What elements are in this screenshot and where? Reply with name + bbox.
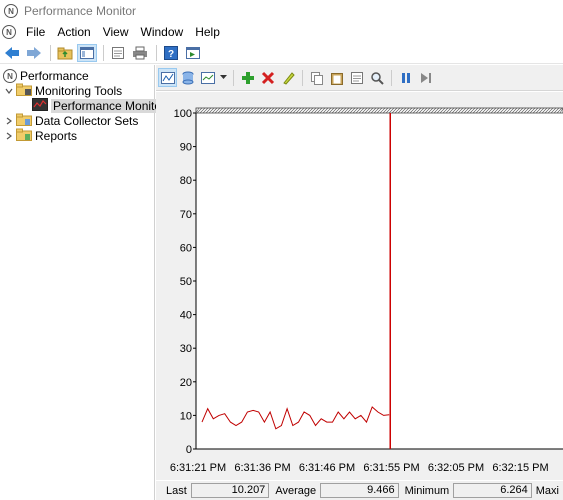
back-arrow-icon[interactable] <box>2 44 22 62</box>
paste-counter-list-icon[interactable] <box>327 68 346 87</box>
tree-item-label: Performance Monitor <box>51 99 168 113</box>
up-folder-icon[interactable] <box>55 44 75 62</box>
y-tick-label: 80 <box>180 175 192 187</box>
menu-window[interactable]: Window <box>135 22 190 42</box>
y-tick-label: 90 <box>180 142 192 154</box>
tree-item-label: Reports <box>35 129 78 143</box>
minimum-label: Minimum <box>404 484 450 497</box>
toolbar-separator <box>156 44 157 61</box>
svg-text:?: ? <box>168 49 174 60</box>
chevron-down-icon[interactable] <box>218 68 228 87</box>
chevron-right-icon[interactable] <box>4 128 14 144</box>
y-tick-label: 100 <box>174 108 192 120</box>
y-tick-label: 50 <box>180 276 192 288</box>
average-label: Average <box>275 484 317 497</box>
title-bar: N Performance Monitor <box>0 0 563 22</box>
main-toolbar: ? <box>0 42 563 64</box>
last-label: Last <box>166 484 187 497</box>
time-bar-hatch <box>195 107 563 114</box>
last-value: 10.207 <box>190 483 270 498</box>
tree-item-performance[interactable]: N Performance <box>3 68 89 84</box>
toolbar-separator <box>50 44 51 61</box>
statistics-bar: Last 10.207 Average 9.466 Minimum 6.264 … <box>156 481 563 500</box>
tree-item-reports[interactable]: Reports <box>4 128 77 144</box>
tree-item-label: Monitoring Tools <box>35 84 123 98</box>
graph-area: 100 90 80 70 60 50 40 30 20 10 0 6:31:21 PM 6:31:36… <box>156 92 563 480</box>
console-tree: N Performance Monitoring Tools Performan… <box>0 65 168 500</box>
x-tick-label: 6:32:15 PM <box>492 462 548 474</box>
menu-bar: N File Action View Window Help <box>0 22 563 42</box>
folder-icon <box>16 83 32 99</box>
properties-icon[interactable] <box>347 68 366 87</box>
y-tick-label: 10 <box>180 410 192 422</box>
minimum-value: 6.264 <box>453 483 532 498</box>
system-menu-icon[interactable]: N <box>2 25 16 39</box>
y-tick-label: 40 <box>180 310 192 322</box>
chevron-right-icon[interactable] <box>4 113 14 129</box>
view-log-data-icon[interactable] <box>178 68 197 87</box>
menu-action[interactable]: Action <box>51 22 96 42</box>
toolbar-separator <box>302 69 303 86</box>
performance-graph[interactable]: 1009080706050403020100 6:31:21 PM 6:31:36… <box>156 92 563 480</box>
reports-icon <box>16 128 32 144</box>
y-tick-label: 30 <box>180 343 192 355</box>
print-icon[interactable] <box>130 44 150 62</box>
tree-item-data-collector-sets[interactable]: Data Collector Sets <box>4 113 138 129</box>
data-collector-sets-icon <box>16 113 32 129</box>
x-axis-ticks: 6:31:21 PM 6:31:36 PM 6:31:46 PM 6:31:55 PM… <box>170 462 549 474</box>
window-title: Performance Monitor <box>24 4 137 18</box>
tree-item-performance-monitor[interactable]: Performance Monitor <box>32 98 168 114</box>
tree-item-label: Data Collector Sets <box>35 114 139 128</box>
performance-chart-icon <box>32 98 48 114</box>
toolbar-separator <box>103 44 104 61</box>
help-icon[interactable]: ? <box>161 44 181 62</box>
tree-item-monitoring-tools[interactable]: Monitoring Tools <box>4 83 122 99</box>
toolbar-separator <box>391 69 392 86</box>
x-tick-label: 6:32:05 PM <box>428 462 484 474</box>
performance-icon: N <box>3 69 17 83</box>
y-tick-label: 20 <box>180 377 192 389</box>
update-data-icon[interactable] <box>416 68 435 87</box>
maximum-label: Maxi <box>535 484 559 497</box>
plot-background <box>196 113 563 449</box>
menu-view[interactable]: View <box>97 22 135 42</box>
show-hide-console-tree-icon[interactable] <box>77 43 97 62</box>
menu-help[interactable]: Help <box>189 22 226 42</box>
tree-item-label: Performance <box>20 69 89 83</box>
forward-arrow-icon[interactable] <box>24 44 44 62</box>
show-hide-action-pane-icon[interactable] <box>183 44 203 62</box>
highlight-icon[interactable] <box>278 68 297 87</box>
add-counter-icon[interactable] <box>238 68 257 87</box>
x-tick-label: 6:31:21 PM <box>170 462 226 474</box>
copy-properties-icon[interactable] <box>307 68 326 87</box>
properties-icon[interactable] <box>108 44 128 62</box>
graph-toolbar <box>156 65 563 91</box>
y-axis-ticks: 1009080706050403020100 <box>174 108 196 456</box>
toolbar-separator <box>233 69 234 86</box>
zoom-icon[interactable] <box>367 68 386 87</box>
chevron-down-icon[interactable] <box>4 83 14 99</box>
delete-counter-icon[interactable] <box>258 68 277 87</box>
change-graph-type-icon[interactable] <box>198 68 217 87</box>
performance-monitor-pane: 100 90 80 70 60 50 40 30 20 10 0 6:31:21 PM 6:31:36… <box>156 65 563 500</box>
freeze-display-icon[interactable] <box>396 68 415 87</box>
x-tick-label: 6:31:55 PM <box>363 462 419 474</box>
y-tick-label: 60 <box>180 242 192 254</box>
x-tick-label: 6:31:46 PM <box>299 462 355 474</box>
average-value: 9.466 <box>320 483 399 498</box>
menu-file[interactable]: File <box>20 22 51 42</box>
view-current-activity-icon[interactable] <box>158 68 177 87</box>
x-tick-label: 6:31:36 PM <box>234 462 290 474</box>
performance-monitor-app-icon: N <box>4 4 18 18</box>
y-tick-label: 70 <box>180 209 192 221</box>
y-tick-label: 0 <box>186 444 192 456</box>
